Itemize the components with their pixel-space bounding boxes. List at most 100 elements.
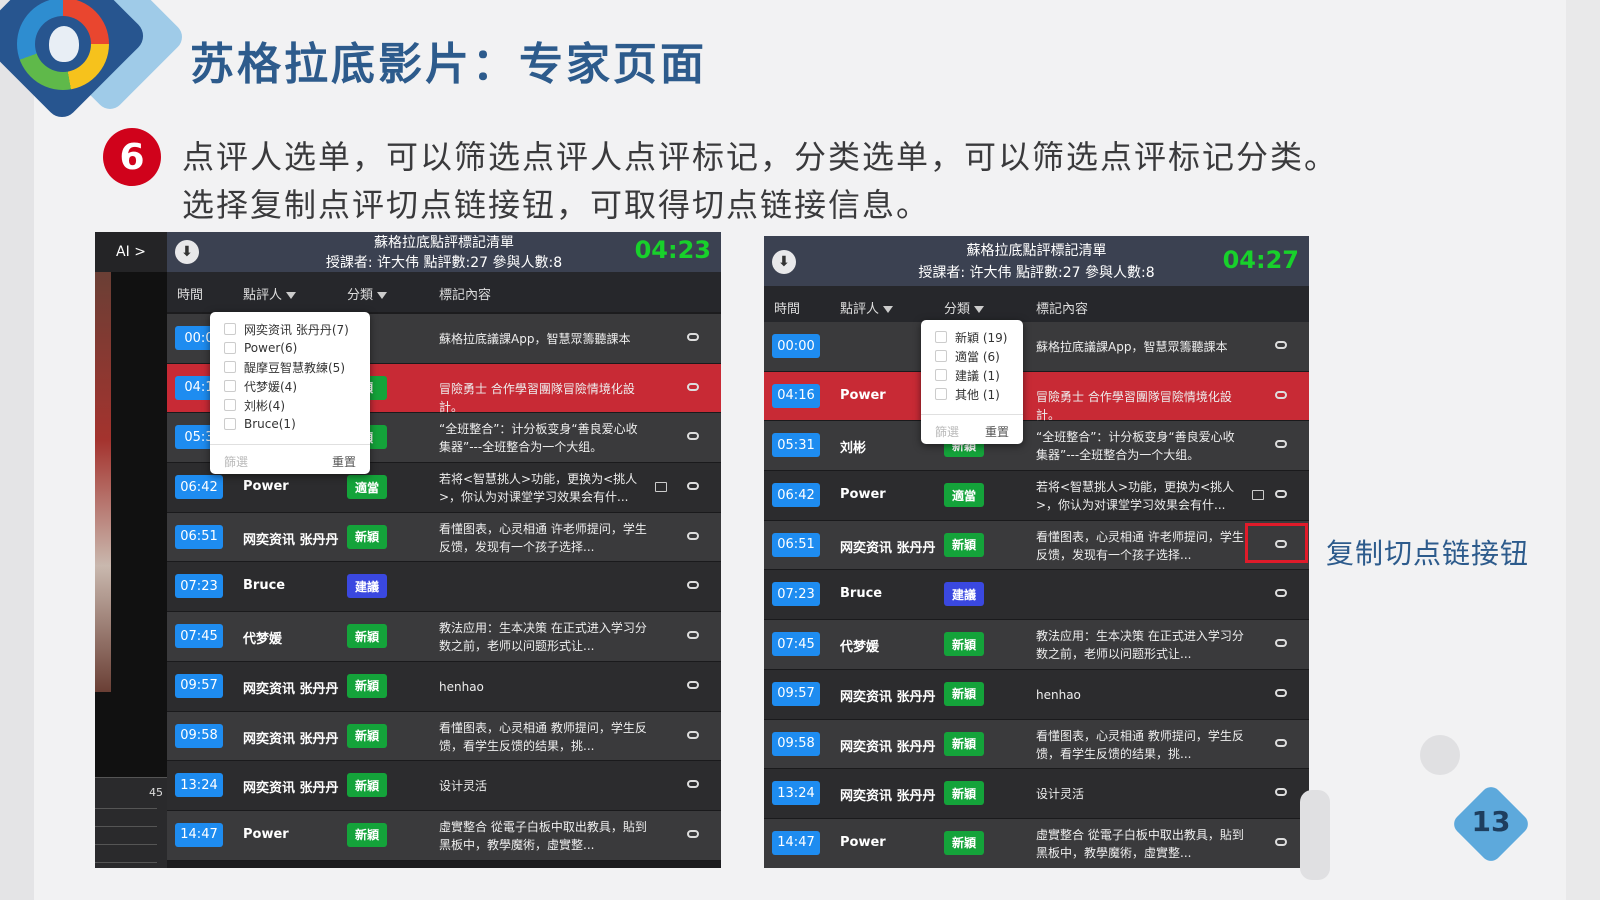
filter-option[interactable]: 网奕资讯 张丹丹(7) bbox=[224, 320, 349, 338]
review-row[interactable]: 05:31 刘彬 新穎 “全班整合”：计分板变身“善良爱心收集器”---全班整合为一个… bbox=[764, 421, 1309, 472]
category-tag: 新穎 bbox=[944, 681, 984, 706]
copy-link-icon[interactable] bbox=[1275, 440, 1287, 449]
image-icon[interactable] bbox=[655, 482, 667, 493]
copy-link-icon[interactable] bbox=[1275, 738, 1287, 747]
image-icon[interactable] bbox=[1252, 490, 1264, 501]
checkbox[interactable] bbox=[224, 399, 236, 411]
review-row[interactable]: 06:42 Power 適當 若将<智慧挑人>功能，更换为<挑人>，你认为对课堂学习效… bbox=[764, 471, 1309, 521]
mark-content: henhao bbox=[1036, 687, 1081, 702]
copy-link-icon[interactable] bbox=[687, 432, 699, 441]
copy-link-icon[interactable] bbox=[687, 581, 699, 590]
timestamp-button[interactable]: 09:58 bbox=[772, 731, 820, 756]
copy-link-icon[interactable] bbox=[1275, 390, 1287, 399]
timestamp-button[interactable]: 04:16 bbox=[772, 383, 820, 408]
timestamp-button[interactable]: 05:31 bbox=[772, 433, 820, 458]
copy-link-icon[interactable] bbox=[1275, 688, 1287, 697]
review-row[interactable]: 07:45 代梦媛 新穎 教法应用：生本决策 在正式进入学习分数之前，老师以问题形式让… bbox=[764, 620, 1309, 670]
description-line-1: 点评人选单，可以筛选点评人点评标记，分类选单，可以筛选点评标记分类。 bbox=[182, 138, 1339, 176]
filter-option[interactable]: 建議 (1) bbox=[935, 366, 1000, 384]
filter-option[interactable]: 刘彬(4) bbox=[224, 396, 285, 414]
review-row[interactable]: 09:57 网奕资讯 张丹丹 新穎 henhao bbox=[167, 661, 721, 712]
category-tag: 新穎 bbox=[347, 673, 387, 698]
filter-option[interactable]: Bruce(1) bbox=[224, 415, 296, 433]
review-row[interactable]: 06:51 网奕资讯 张丹丹 新穎 看懂图表，心灵相通 许老师提问，学生反馈，发现有一… bbox=[167, 512, 721, 563]
review-row[interactable]: 14:47 Power 新穎 虛實整合 從電子白板中取出教具，貼到黑板中，教學魔術，虛… bbox=[167, 810, 721, 861]
copy-link-icon[interactable] bbox=[687, 333, 699, 341]
copy-link-icon[interactable] bbox=[1275, 341, 1287, 349]
review-row[interactable]: 07:23 Bruce 建議 bbox=[764, 570, 1309, 621]
timestamp-button[interactable]: 09:57 bbox=[175, 673, 223, 698]
filter-option[interactable]: Power(6) bbox=[224, 339, 297, 357]
checkbox[interactable] bbox=[935, 369, 947, 381]
copy-link-icon[interactable] bbox=[1275, 490, 1287, 499]
timestamp-button[interactable]: 07:23 bbox=[175, 574, 223, 599]
timestamp-button[interactable]: 13:24 bbox=[772, 781, 820, 806]
category-tag: 新穎 bbox=[944, 532, 984, 557]
copy-link-icon[interactable] bbox=[1275, 589, 1287, 598]
review-row[interactable]: 13:24 网奕资讯 张丹丹 新穎 设计灵活 bbox=[764, 769, 1309, 819]
copy-link-icon[interactable] bbox=[687, 829, 699, 838]
checkbox[interactable] bbox=[224, 323, 236, 335]
filter-button[interactable]: 篩選 bbox=[935, 423, 959, 440]
mark-content: 蘇格拉底議課App，智慧眾籌聽課本 bbox=[439, 332, 631, 346]
ai-toggle-button[interactable]: AI > bbox=[95, 232, 167, 272]
copy-link-icon[interactable] bbox=[1275, 837, 1287, 846]
review-row[interactable]: 14:47 Power 新穎 虛實整合 從電子白板中取出教具，貼到黑板中，教學魔術，虛… bbox=[764, 818, 1309, 868]
category-filter-button[interactable]: 分類 bbox=[944, 298, 985, 317]
review-row[interactable]: 09:57 网奕资讯 张丹丹 新穎 henhao bbox=[764, 669, 1309, 720]
option-label: 新穎 (19) bbox=[955, 330, 1008, 345]
copy-link-icon[interactable] bbox=[687, 631, 699, 640]
copy-link-icon[interactable] bbox=[687, 730, 699, 739]
timestamp-button[interactable]: 00:00 bbox=[772, 334, 820, 358]
timestamp-button[interactable]: 14:47 bbox=[175, 822, 223, 847]
timestamp-button[interactable]: 09:58 bbox=[175, 723, 223, 748]
filter-option[interactable]: 適當 (6) bbox=[935, 347, 1000, 365]
reviewer-filter-button[interactable]: 點評人 bbox=[840, 298, 894, 317]
review-row[interactable]: 06:51 网奕资讯 张丹丹 新穎 看懂图表，心灵相通 许老师提问，学生反馈，发现有一… bbox=[764, 520, 1309, 571]
category-filter-button[interactable]: 分類 bbox=[347, 284, 388, 303]
review-row[interactable]: 09:58 网奕资讯 张丹丹 新穎 看懂图表，心灵相通 教师提问，学生反馈，看学生反馈… bbox=[167, 711, 721, 762]
copy-link-icon[interactable] bbox=[687, 680, 699, 689]
filter-option[interactable]: 新穎 (19) bbox=[935, 328, 1007, 346]
reset-button[interactable]: 重置 bbox=[332, 453, 356, 470]
timestamp-button[interactable]: 07:23 bbox=[772, 582, 820, 607]
category-tag: 新穎 bbox=[347, 524, 387, 549]
timestamp-button[interactable]: 06:42 bbox=[772, 483, 820, 508]
reviewer-name: 网奕资讯 张丹丹 bbox=[840, 689, 936, 705]
filter-button[interactable]: 篩選 bbox=[224, 453, 248, 470]
timestamp-button[interactable]: 09:57 bbox=[772, 681, 820, 706]
reset-button[interactable]: 重置 bbox=[985, 423, 1009, 440]
copy-link-icon[interactable] bbox=[687, 531, 699, 540]
copy-link-icon[interactable] bbox=[1275, 788, 1287, 797]
review-row[interactable]: 13:24 网奕资讯 张丹丹 新穎 设计灵活 bbox=[167, 761, 721, 811]
review-row[interactable]: 07:23 Bruce 建議 bbox=[167, 562, 721, 613]
timestamp-button[interactable]: 06:51 bbox=[772, 532, 820, 557]
timestamp-button[interactable]: 13:24 bbox=[175, 773, 223, 798]
video-timeline[interactable]: 45 bbox=[95, 777, 167, 868]
timestamp-button[interactable]: 07:45 bbox=[175, 624, 223, 649]
filter-option[interactable]: 醍摩豆智慧教練(5) bbox=[224, 358, 345, 376]
copy-link-icon[interactable] bbox=[687, 382, 699, 391]
review-row[interactable]: 07:45 代梦媛 新穎 教法应用：生本决策 在正式进入学习分数之前，老师以问题形式让… bbox=[167, 612, 721, 662]
filter-option[interactable]: 代梦媛(4) bbox=[224, 377, 297, 395]
checkbox[interactable] bbox=[935, 350, 947, 362]
checkbox[interactable] bbox=[224, 342, 236, 354]
checkbox[interactable] bbox=[224, 418, 236, 430]
copy-link-icon[interactable] bbox=[687, 780, 699, 789]
checkbox[interactable] bbox=[224, 361, 236, 373]
category-tag: 新穎 bbox=[944, 731, 984, 756]
filter-option[interactable]: 其他 (1) bbox=[935, 385, 1000, 403]
review-row[interactable]: 00:00 蘇格拉底議課App，智慧眾籌聽課本 bbox=[764, 322, 1309, 372]
timestamp-button[interactable]: 07:45 bbox=[772, 632, 820, 657]
review-row[interactable]: 09:58 网奕资讯 张丹丹 新穎 看懂图表，心灵相通 教师提问，学生反馈，看学生反馈… bbox=[764, 719, 1309, 770]
timestamp-button[interactable]: 14:47 bbox=[772, 830, 820, 855]
checkbox[interactable] bbox=[935, 388, 947, 400]
timestamp-button[interactable]: 06:42 bbox=[175, 475, 223, 500]
checkbox[interactable] bbox=[224, 380, 236, 392]
reviewer-filter-button[interactable]: 點評人 bbox=[243, 284, 297, 303]
timestamp-button[interactable]: 06:51 bbox=[175, 524, 223, 549]
copy-link-icon[interactable] bbox=[687, 482, 699, 491]
copy-link-icon[interactable] bbox=[1275, 639, 1287, 648]
review-row[interactable]: 04:16 Power 冒險勇士 合作學習團隊冒險情境化設計。 bbox=[764, 371, 1309, 422]
checkbox[interactable] bbox=[935, 331, 947, 343]
